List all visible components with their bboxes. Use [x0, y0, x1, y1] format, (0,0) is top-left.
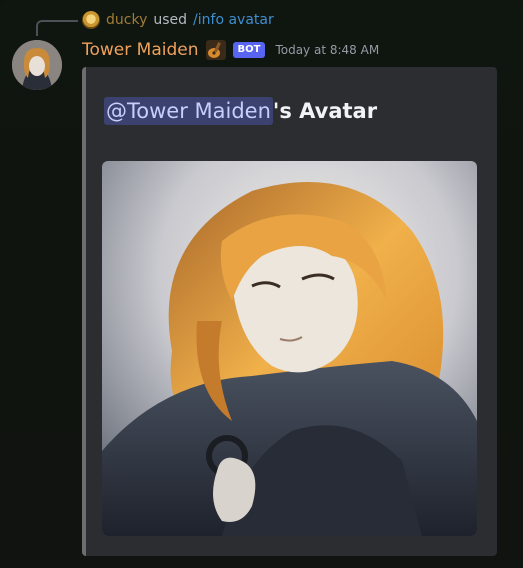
reply-reference[interactable]: ducky used /info avatar: [82, 10, 274, 30]
reply-connector: [36, 20, 78, 36]
embed-title: @Tower Maiden's Avatar: [104, 97, 377, 125]
user-mention[interactable]: @Tower Maiden: [104, 97, 273, 125]
author-name[interactable]: Tower Maiden: [82, 40, 199, 60]
message-header: Tower Maiden BOT Today at 8:48 AM: [82, 38, 379, 62]
discord-message-view: ducky used /info avatar Tower Maiden BOT…: [0, 0, 523, 568]
reply-command[interactable]: /info avatar: [193, 12, 274, 28]
reply-username[interactable]: ducky: [106, 12, 147, 28]
reply-used-label: used: [153, 12, 188, 28]
avatar-image[interactable]: [102, 161, 477, 536]
author-avatar[interactable]: [12, 40, 62, 90]
avatar-embed: @Tower Maiden's Avatar: [82, 67, 497, 556]
guitar-emoji-icon[interactable]: [205, 39, 227, 61]
bot-badge: BOT: [232, 42, 266, 58]
ducky-avatar-icon[interactable]: [82, 11, 100, 29]
author-avatar-image: [12, 40, 62, 90]
embed-title-suffix: 's Avatar: [272, 99, 378, 123]
avatar-artwork: [102, 161, 477, 536]
message-timestamp[interactable]: Today at 8:48 AM: [275, 43, 379, 57]
